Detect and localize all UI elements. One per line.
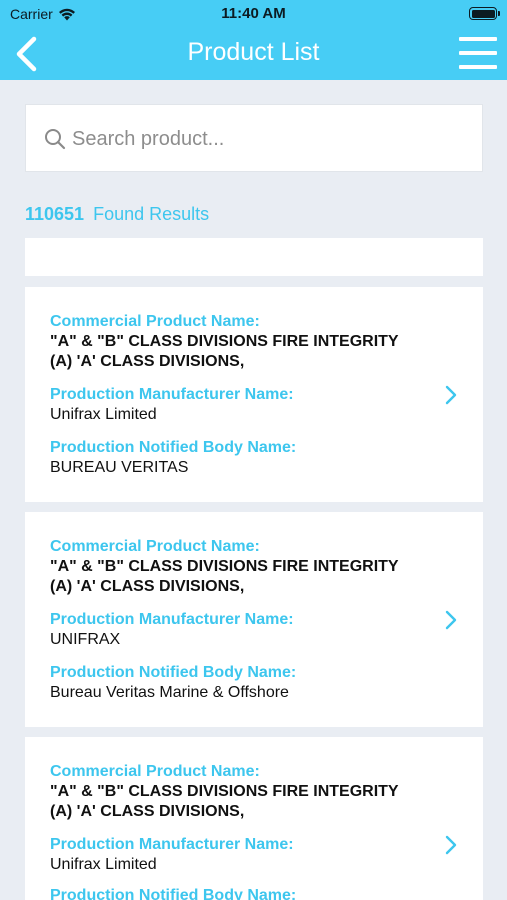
product-card[interactable]: Commercial Product Name: "A" & "B" CLASS… <box>25 737 483 900</box>
results-summary: 110651 Found Results <box>25 204 209 225</box>
commercial-name-line2: (A) 'A' CLASS DIVISIONS, <box>50 578 245 595</box>
chevron-right-icon <box>445 835 457 855</box>
manufacturer-label: Production Manufacturer Name: <box>50 836 294 853</box>
nav-bar: Product List <box>0 28 507 80</box>
results-label: Found Results <box>93 204 210 224</box>
manufacturer-value: Unifrax Limited <box>50 856 157 873</box>
commercial-name-label: Commercial Product Name: <box>50 763 260 780</box>
notified-body-label: Production Notified Body Name: <box>50 887 297 900</box>
manufacturer-label: Production Manufacturer Name: <box>50 611 294 628</box>
product-card[interactable]: Commercial Product Name: "A" & "B" CLASS… <box>25 512 483 727</box>
manufacturer-value: UNIFRAX <box>50 631 121 648</box>
notified-body-label: Production Notified Body Name: <box>50 664 297 681</box>
search-icon <box>45 129 66 150</box>
hamburger-menu-icon <box>459 37 497 41</box>
search-box <box>25 104 483 172</box>
commercial-name-label: Commercial Product Name: <box>50 313 260 330</box>
results-count: 110651 <box>25 204 85 224</box>
status-time: 11:40 AM <box>221 5 286 22</box>
commercial-name-line1: "A" & "B" CLASS DIVISIONS FIRE INTEGRITY <box>50 333 399 350</box>
commercial-name-line1: "A" & "B" CLASS DIVISIONS FIRE INTEGRITY <box>50 558 399 575</box>
chevron-right-icon <box>445 385 457 405</box>
notified-body-value: Bureau Veritas Marine & Offshore <box>50 684 289 701</box>
menu-button[interactable] <box>459 35 497 71</box>
commercial-name-label: Commercial Product Name: <box>50 538 260 555</box>
page-title: Product List <box>187 38 320 66</box>
notified-body-label: Production Notified Body Name: <box>50 439 297 456</box>
commercial-name-line2: (A) 'A' CLASS DIVISIONS, <box>50 803 245 820</box>
product-card[interactable]: Commercial Product Name: "A" & "B" CLASS… <box>25 287 483 502</box>
manufacturer-value: Unifrax Limited <box>50 406 157 423</box>
chevron-right-icon <box>445 610 457 630</box>
battery-icon <box>469 7 500 20</box>
search-input[interactable] <box>72 125 462 153</box>
status-bar: Carrier 11:40 AM <box>0 0 507 28</box>
manufacturer-label: Production Manufacturer Name: <box>50 386 294 403</box>
commercial-name-line1: "A" & "B" CLASS DIVISIONS FIRE INTEGRITY <box>50 783 399 800</box>
commercial-name-line2: (A) 'A' CLASS DIVISIONS, <box>50 353 245 370</box>
list-header-card <box>25 238 483 276</box>
notified-body-value: BUREAU VERITAS <box>50 459 189 476</box>
